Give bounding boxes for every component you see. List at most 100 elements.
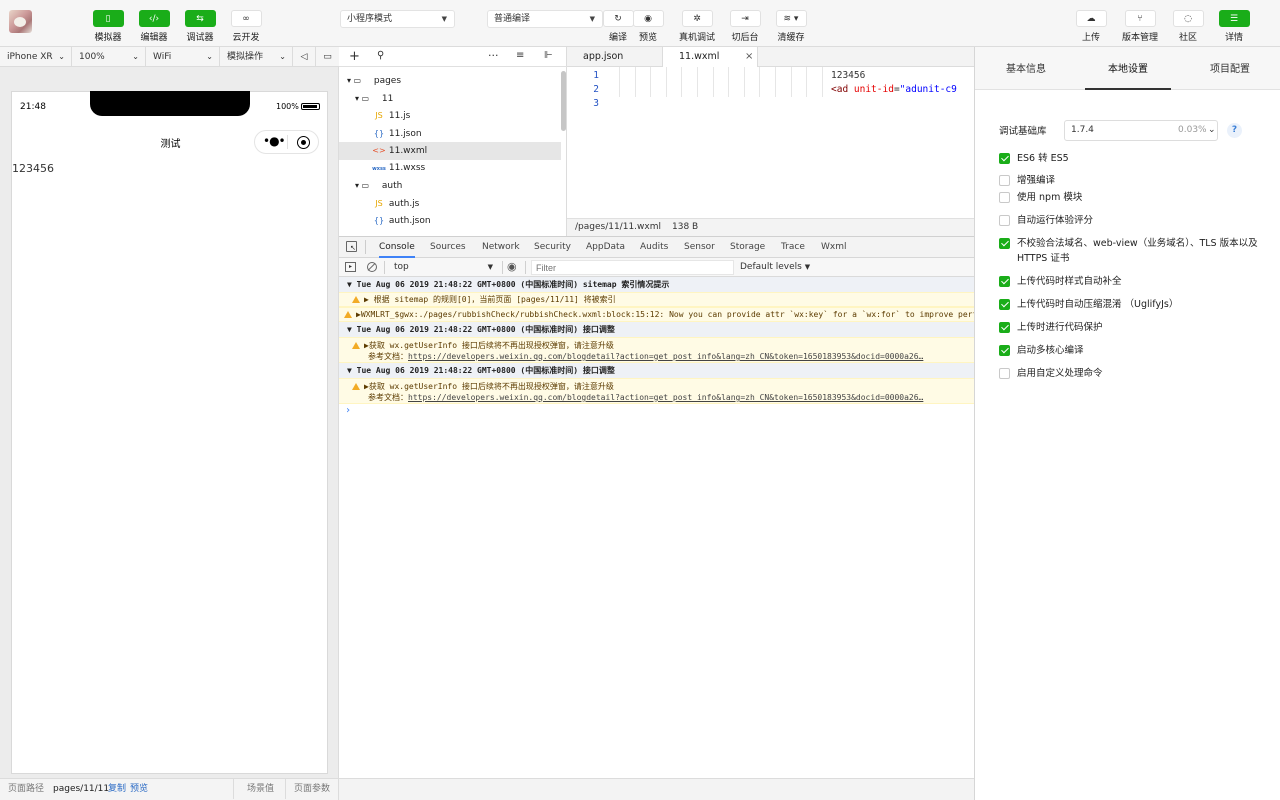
setting-option[interactable]: ES6 转 ES5 [999, 151, 1261, 166]
sidebar-toggle-icon[interactable]: ▸ [345, 262, 356, 272]
menu-capsule[interactable]: •●• [254, 130, 319, 154]
scene-button[interactable]: 场景值 [247, 779, 274, 799]
context-select[interactable]: top ▼ [389, 260, 495, 275]
checkbox[interactable] [999, 192, 1010, 203]
user-avatar[interactable] [9, 10, 32, 33]
compile-select[interactable]: 普通编译 ▼ [487, 10, 603, 28]
close-target-icon[interactable] [297, 136, 310, 149]
checkbox[interactable] [999, 276, 1010, 287]
tab-app-json[interactable]: app.json [567, 47, 663, 67]
setting-option[interactable]: 启用自定义处理命令 [999, 366, 1261, 381]
community-button[interactable]: ◌ 社区 [1165, 10, 1211, 44]
setting-option[interactable]: 启动多核心编译 [999, 343, 1261, 358]
inspect-icon[interactable]: ↖ [346, 241, 357, 252]
devtools-tab-storage[interactable]: Storage [730, 237, 765, 258]
console-warning[interactable]: ▶WXMLRT_$gwx:./pages/rubbishCheck/rubbis… [339, 307, 974, 322]
console-warning[interactable]: ▶获取 wx.getUserInfo 接口后续将不再出现授权弹窗，请注意升级 参考… [339, 337, 974, 363]
setting-option[interactable]: 使用 npm 模块 [999, 190, 1261, 205]
upload-button[interactable]: ☁ 上传 [1068, 10, 1114, 44]
mode-select[interactable]: 小程序模式 ▼ [340, 10, 455, 28]
help-icon[interactable]: ? [1227, 123, 1242, 138]
devtools-tab-wxml[interactable]: Wxml [821, 237, 847, 258]
tree-item[interactable]: ▾ ▭ auth [339, 177, 561, 195]
setting-option[interactable]: 上传代码时自动压缩混淆 （UglifyJs） [999, 297, 1261, 312]
page-params-button[interactable]: 页面参数 [294, 779, 330, 799]
devtools-tab-security[interactable]: Security [534, 237, 571, 258]
setting-option[interactable]: 上传代码时样式自动补全 [999, 274, 1261, 289]
log-levels-select[interactable]: Default levels ▼ [740, 260, 810, 275]
console-group-header[interactable]: ▼ Tue Aug 06 2019 21:48:22 GMT+0800 (中国标… [339, 277, 974, 292]
console-warning[interactable]: ▶获取 wx.getUserInfo 接口后续将不再出现授权弹窗，请注意升级 参考… [339, 378, 974, 404]
tree-item[interactable]: {} 11.json [339, 125, 561, 143]
editor-button[interactable]: ‹/› 编辑器 [131, 10, 177, 44]
add-file-icon[interactable]: + [349, 49, 360, 64]
setting-option[interactable]: 增强编译 [999, 173, 1261, 188]
zoom-select[interactable]: 100% ⌄ [72, 47, 146, 67]
copy-link[interactable]: 复制 [108, 779, 126, 799]
debugger-button[interactable]: ⇆ 调试器 [177, 10, 223, 44]
tab-basic-info[interactable]: 基本信息 [975, 47, 1077, 90]
setting-option[interactable]: 自动运行体验评分 [999, 213, 1261, 228]
devtools-tab-audits[interactable]: Audits [640, 237, 668, 258]
tree-item[interactable]: wxss 11.wxss [339, 160, 561, 178]
simulate-select[interactable]: 模拟操作 ⌄ [220, 47, 293, 67]
console-filter-input[interactable] [531, 260, 734, 275]
tree-item[interactable]: JS 11.js [339, 107, 561, 125]
tree-item[interactable]: ▾ ▭ pages [339, 72, 561, 90]
tree-item[interactable]: {} auth.json [339, 212, 561, 230]
checkbox[interactable] [999, 368, 1010, 379]
version-button[interactable]: ⑂ 版本管理 [1117, 10, 1163, 44]
simulator-button[interactable]: ▯ 模拟器 [85, 10, 131, 44]
tab-local-settings[interactable]: 本地设置 [1085, 47, 1171, 90]
setting-option[interactable]: 上传时进行代码保护 [999, 320, 1261, 335]
phone-screen[interactable]: 21:48 100% 测试 •●• 123456 [11, 91, 328, 774]
sound-toggle[interactable]: ◁ [293, 47, 316, 67]
popout-button[interactable]: ▭ [316, 47, 339, 67]
console-output[interactable]: ▼ Tue Aug 06 2019 21:48:22 GMT+0800 (中国标… [339, 277, 974, 778]
console-warning[interactable]: ▶ 根据 sitemap 的规则[0]，当前页面 [pages/11/11] 将… [339, 292, 974, 307]
network-select[interactable]: WiFi ⌄ [146, 47, 220, 67]
tab-project-config[interactable]: 项目配置 [1179, 47, 1280, 90]
devtools-tab-trace[interactable]: Trace [781, 237, 805, 258]
checkbox[interactable] [999, 345, 1010, 356]
console-group-header[interactable]: ▼ Tue Aug 06 2019 21:48:22 GMT+0800 (中国标… [339, 322, 974, 337]
split-panel-icon[interactable]: ⊩ [544, 50, 553, 61]
eye-icon[interactable]: ◉ [507, 260, 517, 273]
console-doc-link[interactable]: https://developers.weixin.qq.com/blogdet… [408, 393, 923, 402]
checkbox[interactable] [999, 215, 1010, 226]
close-icon[interactable]: × [745, 47, 753, 67]
tree-item[interactable]: <> 11.wxml [339, 142, 561, 160]
background-button[interactable]: ⇥ 切后台 [722, 10, 768, 44]
tree-item[interactable]: JS auth.js [339, 195, 561, 213]
checkbox[interactable] [999, 299, 1010, 310]
devtools-tab-network[interactable]: Network [482, 237, 520, 258]
cloud-dev-button[interactable]: ∞ 云开发 [223, 10, 269, 44]
setting-option[interactable]: 不校验合法域名、web-view（业务域名）、TLS 版本以及 HTTPS 证书 [999, 236, 1261, 266]
code-editor[interactable]: 1 2 3 123456 <ad unit-id="adunit-c9 [567, 67, 974, 218]
preview-link[interactable]: 预览 [130, 779, 148, 799]
details-button[interactable]: ☰ 详情 [1211, 10, 1257, 44]
sort-icon[interactable]: ≡ [516, 50, 524, 61]
clear-console-icon[interactable] [367, 262, 377, 272]
tree-scrollbar[interactable] [561, 71, 566, 131]
devtools-tab-appdata[interactable]: AppData [586, 237, 625, 258]
clear-cache-button[interactable]: ≋ ▾ 清缓存 [768, 10, 814, 44]
devtools-tab-console[interactable]: Console [379, 237, 415, 258]
device-model-select[interactable]: iPhone XR ⌄ [0, 47, 72, 67]
lib-version-select[interactable]: 1.7.4 0.03% ⌄ [1064, 120, 1218, 141]
console-prompt[interactable]: › [339, 405, 974, 416]
console-doc-link[interactable]: https://developers.weixin.qq.com/blogdet… [408, 352, 923, 361]
tab-11-wxml[interactable]: 11.wxml × [663, 47, 758, 67]
more-icon[interactable]: •●• [263, 134, 286, 148]
checkbox[interactable] [999, 175, 1010, 186]
tree-item[interactable]: ▾ ▭ 11 [339, 90, 561, 108]
checkbox[interactable] [999, 238, 1010, 249]
search-icon[interactable]: ⚲ [377, 50, 384, 61]
checkbox[interactable] [999, 322, 1010, 333]
checkbox[interactable] [999, 153, 1010, 164]
remote-debug-button[interactable]: ✲ 真机调试 [674, 10, 720, 44]
devtools-tab-sensor[interactable]: Sensor [684, 237, 715, 258]
preview-button[interactable]: ◉ 预览 [625, 10, 671, 44]
devtools-tab-sources[interactable]: Sources [430, 237, 466, 258]
console-group-header[interactable]: ▼ Tue Aug 06 2019 21:48:22 GMT+0800 (中国标… [339, 363, 974, 378]
